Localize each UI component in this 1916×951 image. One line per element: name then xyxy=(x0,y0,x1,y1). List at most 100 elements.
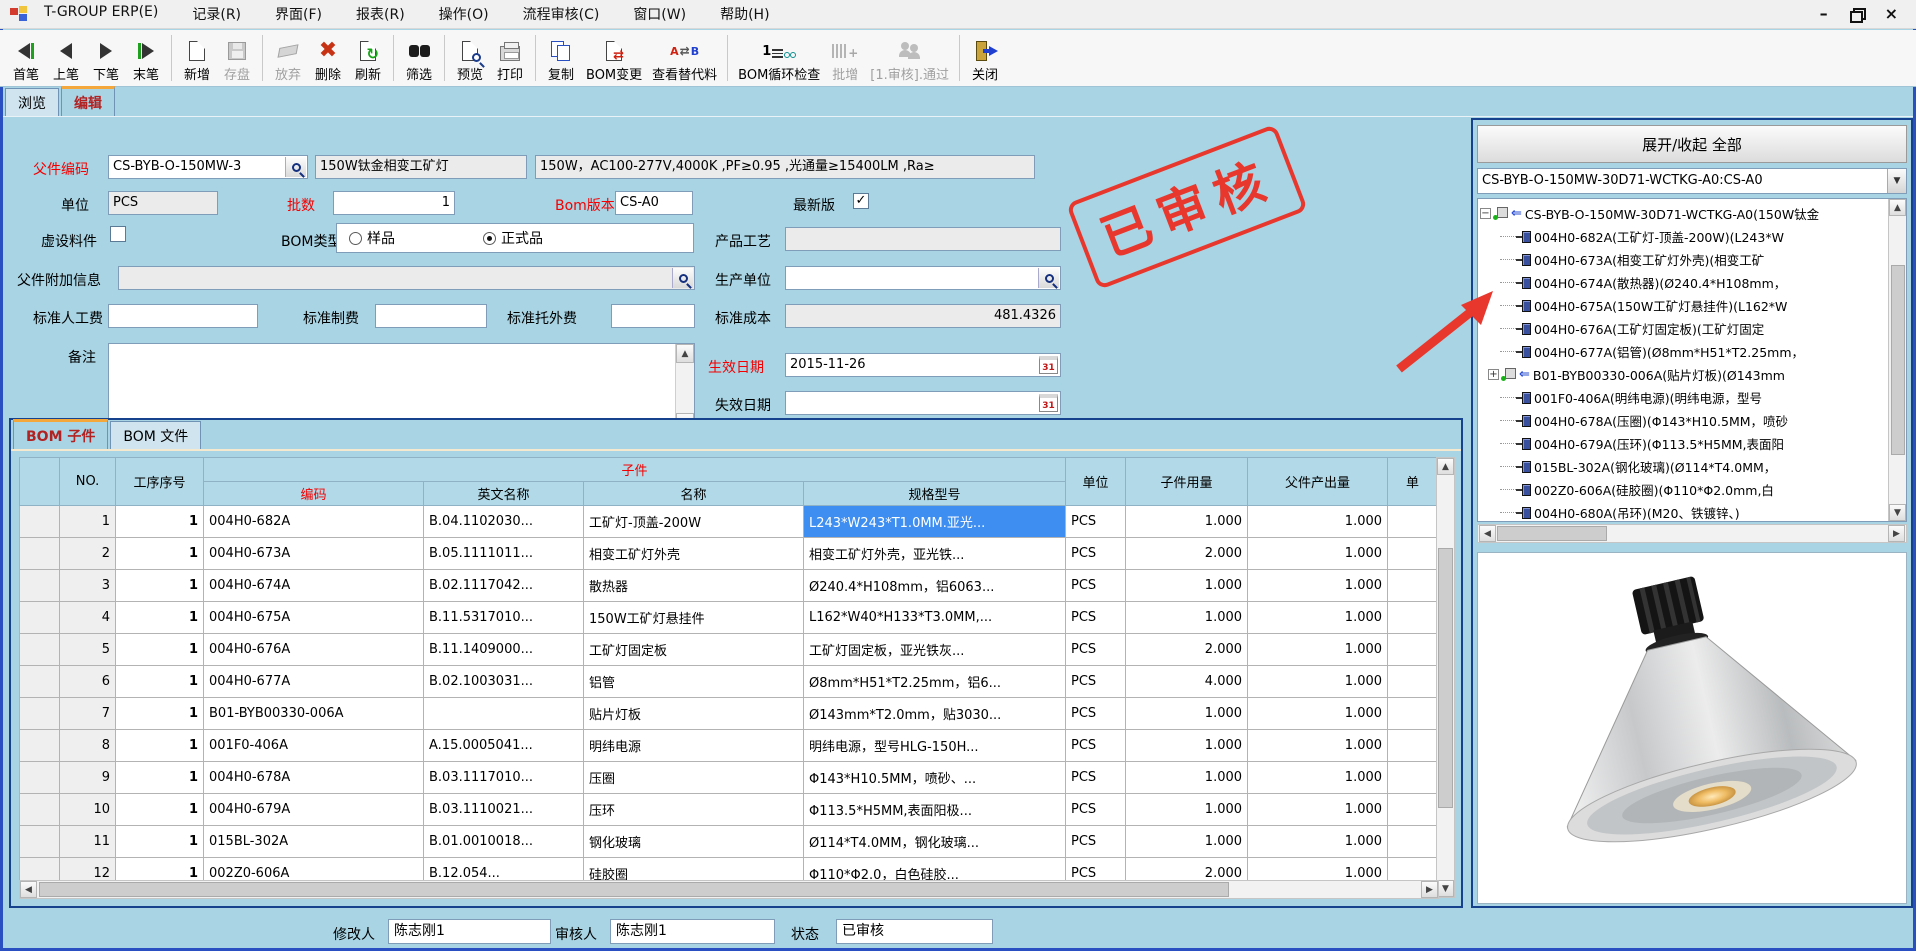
parent-extra-lookup-button[interactable] xyxy=(672,268,693,288)
table-row[interactable]: 51004H0-676AB.11.1409000...工矿灯固定板工矿灯固定板，… xyxy=(20,634,1438,666)
expand-collapse-all-button[interactable]: 展开/收起 全部 xyxy=(1477,125,1907,163)
tree-item[interactable]: 004H0-674A(散热器)(Ø240.4*H108mm， xyxy=(1480,271,1906,294)
radio-official[interactable] xyxy=(483,232,496,245)
production-unit-field[interactable] xyxy=(785,266,1061,290)
table-row[interactable]: 61004H0-677AB.02.1003031...铝管Ø8mm*H51*T2… xyxy=(20,666,1438,698)
scroll-down-icon[interactable]: ▼ xyxy=(1437,880,1454,897)
radio-sample[interactable] xyxy=(349,232,362,245)
tree-item[interactable]: 004H0-675A(150W工矿灯悬挂件)(L162*W xyxy=(1480,294,1906,317)
copy-button[interactable]: 复制 xyxy=(541,32,581,84)
vertical-scroll-thumb[interactable] xyxy=(1891,265,1905,455)
close-window-button[interactable]: × xyxy=(1885,6,1898,22)
menu-window[interactable]: 窗口(W) xyxy=(633,4,686,24)
col-header-seq[interactable]: 工序序号 xyxy=(116,458,204,506)
chevron-down-icon[interactable]: ▼ xyxy=(1887,169,1906,193)
menu-flow-audit[interactable]: 流程审核(C) xyxy=(523,4,600,24)
tree-item[interactable]: 004H0-677A(铝管)(Ø8mm*H51*T2.25mm， xyxy=(1480,340,1906,363)
filter-button[interactable]: 筛选 xyxy=(399,32,439,84)
tree-item[interactable]: 004H0-673A(相变工矿灯外壳)(相变工矿 xyxy=(1480,248,1906,271)
table-row[interactable]: 101004H0-679AB.03.1110021...压环Φ113.5*H5M… xyxy=(20,794,1438,826)
bom-loop-check-button[interactable]: 1 BOM循环检查 xyxy=(733,32,825,84)
tree-item[interactable]: 004H0-682A(工矿灯-顶盖-200W)(L243*W xyxy=(1480,225,1906,248)
tree-item[interactable]: 002Z0-606A(硅胶圈)(Φ110*Φ2.0mm,白 xyxy=(1480,478,1906,501)
col-header-unit[interactable]: 单位 xyxy=(1066,458,1126,506)
parent-code-lookup-button[interactable] xyxy=(285,157,306,177)
tree-item[interactable]: 015BL-302A(钢化玻璃)(Ø114*T4.0MM， xyxy=(1480,455,1906,478)
table-row[interactable]: 91004H0-678AB.03.1117010...压圈Φ143*H10.5M… xyxy=(20,762,1438,794)
table-row[interactable]: 41004H0-675AB.11.5317010...150W工矿灯悬挂件L16… xyxy=(20,602,1438,634)
parent-code-field[interactable]: CS-BYB-O-150MW-3 xyxy=(108,155,308,179)
scroll-left-icon[interactable]: ◀ xyxy=(1479,525,1496,542)
close-button[interactable]: 关闭 xyxy=(965,32,1005,84)
tab-bom-children[interactable]: BOM 子件 xyxy=(13,419,108,449)
std-make-field[interactable] xyxy=(375,304,487,328)
std-labor-field[interactable] xyxy=(108,304,258,328)
tab-browse[interactable]: 浏览 xyxy=(5,88,59,116)
tree-item[interactable]: 004H0-679A(压环)(Φ113.5*H5MM,表面阳 xyxy=(1480,432,1906,455)
horizontal-scroll-thumb[interactable] xyxy=(39,882,1229,897)
menu-interface[interactable]: 界面(F) xyxy=(275,4,322,24)
tree-collapse-icon[interactable]: − xyxy=(1480,208,1491,219)
calendar-icon[interactable]: 31 xyxy=(1039,394,1058,412)
bom-version-field[interactable]: CS-A0 xyxy=(615,191,693,215)
menu-tgroup-erp[interactable]: T-GROUP ERP(E) xyxy=(44,4,158,24)
batch-field[interactable]: 1 xyxy=(333,191,455,215)
tree-item[interactable]: 004H0-678A(压圈)(Φ143*H10.5MM，喷砂 xyxy=(1480,409,1906,432)
table-vertical-scrollbar[interactable]: ▲ ▼ xyxy=(1436,457,1455,898)
first-record-button[interactable]: 首笔 xyxy=(6,32,46,84)
preview-button[interactable]: 预览 xyxy=(450,32,490,84)
minimize-button[interactable]: – xyxy=(1820,6,1828,22)
view-substitute-button[interactable]: A⇄B 查看替代料 xyxy=(647,32,722,84)
scroll-left-icon[interactable]: ◀ xyxy=(20,881,37,898)
vertical-scroll-thumb[interactable] xyxy=(1438,548,1453,808)
selected-cell[interactable]: L243*W243*T1.0MM.亚光... xyxy=(804,506,1066,538)
tree-horizontal-scrollbar[interactable]: ◀ ▶ xyxy=(1477,524,1907,543)
scroll-down-icon[interactable]: ▼ xyxy=(1889,504,1906,521)
table-row[interactable]: 81001F0-406AA.15.0005041...明纬电源明纬电源，型号HL… xyxy=(20,730,1438,762)
latest-version-checkbox[interactable]: ✓ xyxy=(853,193,869,209)
tree-item[interactable]: 004H0-680A(吊环)(M20、铁镀锌、) xyxy=(1480,501,1906,522)
bom-version-dropdown[interactable]: CS-BYB-O-150MW-30D71-WCTKG-A0:CS-A0 ▼ xyxy=(1477,168,1907,194)
effective-date-field[interactable]: 2015-11-26 31 xyxy=(785,353,1061,377)
col-header-qty[interactable]: 子件用量 xyxy=(1126,458,1248,506)
col-header-output[interactable]: 父件产出量 xyxy=(1248,458,1388,506)
col-header-name[interactable]: 名称 xyxy=(584,482,804,506)
scroll-right-icon[interactable]: ▶ xyxy=(1888,525,1905,542)
restore-button[interactable] xyxy=(1850,8,1863,20)
refresh-button[interactable]: ↻ 刷新 xyxy=(348,32,388,84)
menu-help[interactable]: 帮助(H) xyxy=(720,4,769,24)
expire-date-field[interactable]: 31 xyxy=(785,391,1061,415)
tree-root-item[interactable]: − ⇐ CS-BYB-O-150MW-30D71-WCTKG-A0(150W钛金 xyxy=(1480,202,1906,225)
table-row[interactable]: 31004H0-674AB.02.1117042...散热器Ø240.4*H10… xyxy=(20,570,1438,602)
calendar-icon[interactable]: 31 xyxy=(1039,356,1058,374)
new-button[interactable]: 新增 xyxy=(177,32,217,84)
scroll-up-icon[interactable]: ▲ xyxy=(676,344,694,363)
table-row[interactable]: 111015BL-302AB.01.0010018...钢化玻璃Ø114*T4.… xyxy=(20,826,1438,858)
scroll-up-icon[interactable]: ▲ xyxy=(1437,458,1454,475)
menu-report[interactable]: 报表(R) xyxy=(356,4,405,24)
bom-change-button[interactable]: ⇄ BOM变更 xyxy=(581,32,647,84)
table-horizontal-scrollbar[interactable]: ◀ ▶ xyxy=(19,880,1439,899)
scroll-up-icon[interactable]: ▲ xyxy=(1889,199,1906,216)
tree-item[interactable]: 001F0-406A(明纬电源)(明纬电源，型号 xyxy=(1480,386,1906,409)
print-button[interactable]: 打印 xyxy=(490,32,530,84)
col-header-spec[interactable]: 规格型号 xyxy=(804,482,1066,506)
last-record-button[interactable]: 末笔 xyxy=(126,32,166,84)
col-header-code[interactable]: 编码 xyxy=(204,482,424,506)
col-header-en-name[interactable]: 英文名称 xyxy=(424,482,584,506)
production-unit-lookup-button[interactable] xyxy=(1038,268,1059,288)
tree-item-branch[interactable]: + ⇐ B01-BYB00330-006A(贴片灯板)(Ø143mm xyxy=(1480,363,1906,386)
tab-bom-files[interactable]: BOM 文件 xyxy=(110,421,201,449)
tree-vertical-scrollbar[interactable]: ▲ ▼ xyxy=(1888,199,1906,521)
menu-record[interactable]: 记录(R) xyxy=(192,4,241,24)
prev-record-button[interactable]: 上笔 xyxy=(46,32,86,84)
table-row[interactable]: 21004H0-673AB.05.1111011...相变工矿灯外壳相变工矿灯外… xyxy=(20,538,1438,570)
tree-item[interactable]: 004H0-676A(工矿灯固定板)(工矿灯固定 xyxy=(1480,317,1906,340)
col-header-clipped[interactable]: 单 xyxy=(1388,458,1438,506)
dummy-part-checkbox[interactable] xyxy=(110,226,126,242)
horizontal-scroll-thumb[interactable] xyxy=(1497,526,1607,541)
table-row[interactable]: 71B01-BYB00330-006A贴片灯板Ø143mm*T2.0mm，贴30… xyxy=(20,698,1438,730)
next-record-button[interactable]: 下笔 xyxy=(86,32,126,84)
tab-edit[interactable]: 编辑 xyxy=(61,86,115,116)
scroll-right-icon[interactable]: ▶ xyxy=(1421,881,1438,898)
